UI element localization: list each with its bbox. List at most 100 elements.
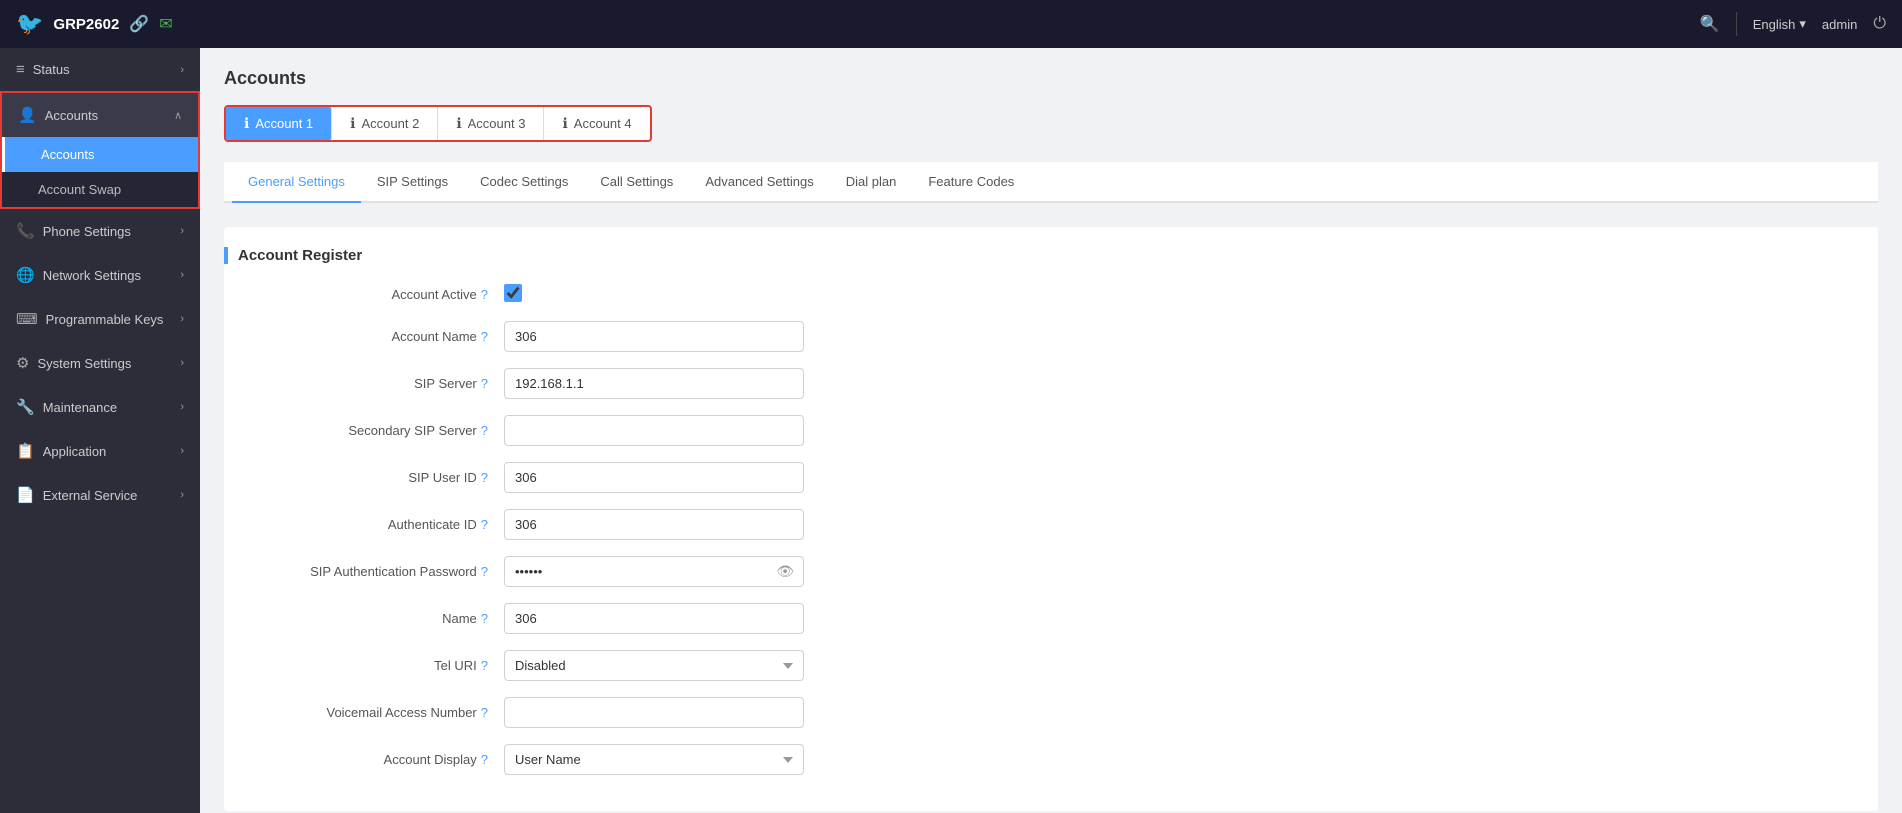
secondary-sip-help-icon[interactable]: ? <box>481 423 488 438</box>
sidebar-item-status[interactable]: ≡ Status › <box>0 48 200 91</box>
accounts-submenu: Accounts Account Swap <box>2 137 198 207</box>
sip-server-input[interactable] <box>504 368 804 399</box>
tel-uri-help-icon[interactable]: ? <box>481 658 488 673</box>
topbar: 🐦 GRP2602 🔗 ✉ 🔍 English ▾ admin ⏻ <box>0 0 1902 48</box>
account-active-checkbox[interactable] <box>504 284 522 302</box>
sidebar-item-phone-settings[interactable]: 📞 Phone Settings › <box>0 209 200 253</box>
account-active-help-icon[interactable]: ? <box>481 287 488 302</box>
chevron-right-icon7: › <box>180 445 184 457</box>
sidebar-item-network[interactable]: 🌐 Network Settings › <box>0 253 200 297</box>
show-password-icon[interactable]: 👁 <box>776 563 794 580</box>
account-display-select[interactable]: User Name Account Name Display Name <box>504 744 804 775</box>
voicemail-label: Voicemail Access Number ? <box>244 705 504 720</box>
sidebar-label-status: Status <box>33 62 70 77</box>
form-area: Account Register Account Active ? Accoun… <box>224 227 1878 811</box>
link-icon: 🔗 <box>129 14 149 34</box>
account-tab-4[interactable]: ℹ Account 4 <box>544 107 649 140</box>
chevron-right-icon8: › <box>180 489 184 501</box>
sip-user-id-label: SIP User ID ? <box>244 470 504 485</box>
application-icon: 📋 <box>16 442 35 460</box>
form-row-voicemail: Voicemail Access Number ? <box>224 697 1878 728</box>
voicemail-help-icon[interactable]: ? <box>481 705 488 720</box>
sidebar-item-system-settings[interactable]: ⚙ System Settings › <box>0 341 200 385</box>
language-selector[interactable]: English ▾ <box>1753 16 1806 32</box>
tab-call-settings[interactable]: Call Settings <box>584 162 689 203</box>
sidebar-sub-item-account-swap[interactable]: Account Swap <box>2 172 198 207</box>
form-row-sip-auth-password: SIP Authentication Password ? 👁 <box>224 556 1878 587</box>
tab-codec-settings[interactable]: Codec Settings <box>464 162 584 203</box>
tab-feature-codes[interactable]: Feature Codes <box>912 162 1030 203</box>
chevron-right-icon4: › <box>180 313 184 325</box>
account-display-control: User Name Account Name Display Name <box>504 744 804 775</box>
account-tab-3-label: Account 3 <box>468 116 526 131</box>
layout: ≡ Status › 👤 Accounts ∧ Accounts Account… <box>0 48 1902 813</box>
account-tab-2[interactable]: ℹ Account 2 <box>332 107 438 140</box>
sip-user-id-input[interactable] <box>504 462 804 493</box>
section-title: Account Register <box>224 247 1878 264</box>
sidebar-label-keys: Programmable Keys <box>46 312 164 327</box>
tab-dial-plan[interactable]: Dial plan <box>830 162 913 203</box>
voicemail-input[interactable] <box>504 697 804 728</box>
phone-icon: 📞 <box>16 222 35 240</box>
chevron-up-icon: ∧ <box>174 109 182 122</box>
sidebar-item-programmable-keys[interactable]: ⌨ Programmable Keys › <box>0 297 200 341</box>
tel-uri-select[interactable]: Disabled Enabled <box>504 650 804 681</box>
account-active-label: Account Active ? <box>244 287 504 302</box>
form-row-secondary-sip: Secondary SIP Server ? <box>224 415 1878 446</box>
account3-icon: ℹ <box>456 115 461 132</box>
sidebar-item-external-service[interactable]: 📄 External Service › <box>0 473 200 517</box>
account1-icon: ℹ <box>244 115 249 132</box>
search-icon[interactable]: 🔍 <box>1700 14 1720 34</box>
sidebar-sub-item-accounts[interactable]: Accounts <box>2 137 198 172</box>
sip-auth-password-input[interactable] <box>504 556 804 587</box>
account-tab-4-label: Account 4 <box>574 116 632 131</box>
sidebar-item-accounts[interactable]: 👤 Accounts ∧ <box>2 93 198 137</box>
account-name-control <box>504 321 804 352</box>
form-row-account-active: Account Active ? <box>224 284 1878 305</box>
name-input[interactable] <box>504 603 804 634</box>
tel-uri-label: Tel URI ? <box>244 658 504 673</box>
sidebar-label-phone: Phone Settings <box>43 224 131 239</box>
chevron-right-icon: › <box>180 64 184 76</box>
account-name-input[interactable] <box>504 321 804 352</box>
account-tab-3[interactable]: ℹ Account 3 <box>438 107 544 140</box>
sidebar-label-accounts: Accounts <box>45 108 98 123</box>
sip-user-id-help-icon[interactable]: ? <box>481 470 488 485</box>
tab-advanced-settings[interactable]: Advanced Settings <box>689 162 829 203</box>
secondary-sip-input[interactable] <box>504 415 804 446</box>
form-row-name: Name ? <box>224 603 1878 634</box>
name-control <box>504 603 804 634</box>
tab-general-settings[interactable]: General Settings <box>232 162 361 203</box>
form-row-sip-user-id: SIP User ID ? <box>224 462 1878 493</box>
chevron-down-icon: ▾ <box>1799 16 1806 32</box>
sip-auth-help-icon[interactable]: ? <box>481 564 488 579</box>
sip-server-help-icon[interactable]: ? <box>481 376 488 391</box>
mail-icon: ✉ <box>159 14 172 34</box>
sidebar-item-maintenance[interactable]: 🔧 Maintenance › <box>0 385 200 429</box>
status-icon: ≡ <box>16 61 25 78</box>
account-display-help-icon[interactable]: ? <box>481 752 488 767</box>
authenticate-id-control <box>504 509 804 540</box>
form-row-account-display: Account Display ? User Name Account Name… <box>224 744 1878 775</box>
admin-label[interactable]: admin <box>1822 17 1857 32</box>
authenticate-id-help-icon[interactable]: ? <box>481 517 488 532</box>
sip-server-label: SIP Server ? <box>244 376 504 391</box>
power-icon[interactable]: ⏻ <box>1873 15 1886 33</box>
sip-auth-password-control: 👁 <box>504 556 804 587</box>
sidebar-label-external: External Service <box>43 488 138 503</box>
tab-sip-settings[interactable]: SIP Settings <box>361 162 464 203</box>
sidebar-item-application[interactable]: 📋 Application › <box>0 429 200 473</box>
account-active-control <box>504 284 804 305</box>
account-tab-1[interactable]: ℹ Account 1 <box>226 107 332 140</box>
account-name-help-icon[interactable]: ? <box>481 329 488 344</box>
form-row-account-name: Account Name ? <box>224 321 1878 352</box>
sip-auth-password-label: SIP Authentication Password ? <box>244 564 504 579</box>
logo-icon: 🐦 <box>16 11 43 37</box>
account-tabs: ℹ Account 1 ℹ Account 2 ℹ Account 3 ℹ Ac… <box>224 105 652 142</box>
divider <box>1736 12 1737 36</box>
account4-icon: ℹ <box>562 115 567 132</box>
name-help-icon[interactable]: ? <box>481 611 488 626</box>
sip-server-control <box>504 368 804 399</box>
chevron-right-icon6: › <box>180 401 184 413</box>
authenticate-id-input[interactable] <box>504 509 804 540</box>
